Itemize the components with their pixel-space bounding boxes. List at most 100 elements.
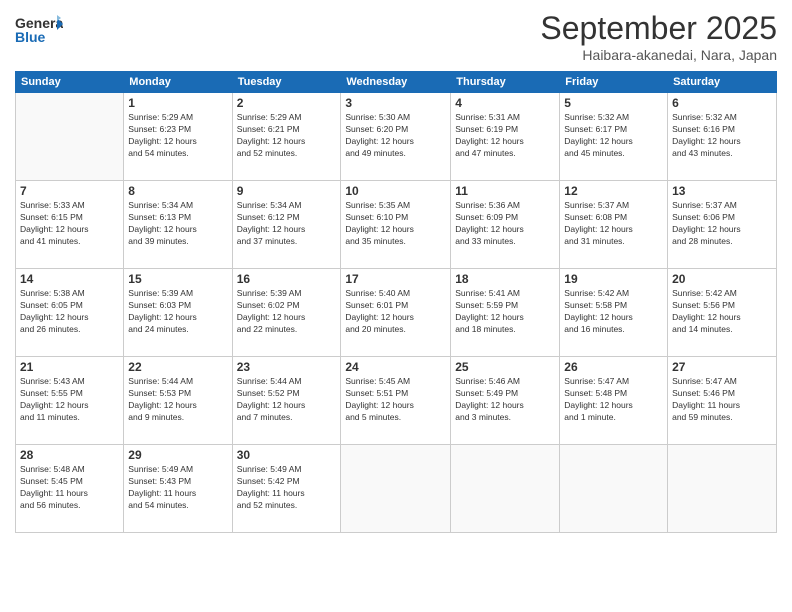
- day-number: 21: [20, 360, 119, 374]
- day-number: 12: [564, 184, 663, 198]
- monday-header: Monday: [124, 72, 232, 93]
- table-row: 1 Sunrise: 5:29 AM Sunset: 6:23 PM Daylig…: [124, 93, 232, 181]
- table-row: 26 Sunrise: 5:47 AM Sunset: 5:48 PM Dayli…: [560, 357, 668, 445]
- day-number: 3: [345, 96, 446, 110]
- day-info: Sunrise: 5:49 AM Sunset: 5:43 PM Dayligh…: [128, 464, 227, 512]
- table-row: 14 Sunrise: 5:38 AM Sunset: 6:05 PM Dayli…: [16, 269, 124, 357]
- day-number: 8: [128, 184, 227, 198]
- calendar-header: Sunday Monday Tuesday Wednesday Thursday…: [16, 72, 777, 93]
- wednesday-header: Wednesday: [341, 72, 451, 93]
- month-title: September 2025: [540, 10, 777, 47]
- day-number: 30: [237, 448, 337, 462]
- thursday-header: Thursday: [451, 72, 560, 93]
- table-row: 23 Sunrise: 5:44 AM Sunset: 5:52 PM Dayli…: [232, 357, 341, 445]
- day-number: 1: [128, 96, 227, 110]
- day-number: 10: [345, 184, 446, 198]
- day-number: 20: [672, 272, 772, 286]
- table-row: 17Sunrise: 5:40 AM Sunset: 6:01 PM Dayli…: [341, 269, 451, 357]
- table-row: [451, 445, 560, 533]
- day-number: 7: [20, 184, 119, 198]
- day-info: Sunrise: 5:37 AM Sunset: 6:06 PM Dayligh…: [672, 200, 772, 248]
- day-number: 27: [672, 360, 772, 374]
- table-row: 2Sunrise: 5:29 AM Sunset: 6:21 PM Daylig…: [232, 93, 341, 181]
- table-row: 22 Sunrise: 5:44 AM Sunset: 5:53 PM Dayli…: [124, 357, 232, 445]
- day-info: Sunrise: 5:37 AM Sunset: 6:08 PM Dayligh…: [564, 200, 663, 248]
- table-row: 20 Sunrise: 5:42 AM Sunset: 5:56 PM Dayli…: [668, 269, 777, 357]
- table-row: 6 Sunrise: 5:32 AM Sunset: 6:16 PM Daylig…: [668, 93, 777, 181]
- table-row: 28 Sunrise: 5:48 AM Sunset: 5:45 PM Dayli…: [16, 445, 124, 533]
- table-row: 7 Sunrise: 5:33 AM Sunset: 6:15 PM Daylig…: [16, 181, 124, 269]
- table-row: 25Sunrise: 5:46 AM Sunset: 5:49 PM Dayli…: [451, 357, 560, 445]
- day-info: Sunrise: 5:47 AM Sunset: 5:46 PM Dayligh…: [672, 376, 772, 424]
- table-row: 5Sunrise: 5:32 AM Sunset: 6:17 PM Daylig…: [560, 93, 668, 181]
- table-row: 13Sunrise: 5:37 AM Sunset: 6:06 PM Dayli…: [668, 181, 777, 269]
- table-row: 19 Sunrise: 5:42 AM Sunset: 5:58 PM Dayli…: [560, 269, 668, 357]
- day-number: 29: [128, 448, 227, 462]
- day-info: Sunrise: 5:34 AM Sunset: 6:13 PM Dayligh…: [128, 200, 227, 248]
- day-info: Sunrise: 5:38 AM Sunset: 6:05 PM Dayligh…: [20, 288, 119, 336]
- table-row: 11 Sunrise: 5:36 AM Sunset: 6:09 PM Dayli…: [451, 181, 560, 269]
- day-number: 23: [237, 360, 337, 374]
- day-info: Sunrise: 5:29 AM Sunset: 6:23 PM Dayligh…: [128, 112, 227, 160]
- table-row: 24 Sunrise: 5:45 AM Sunset: 5:51 PM Dayli…: [341, 357, 451, 445]
- table-row: [560, 445, 668, 533]
- day-number: 6: [672, 96, 772, 110]
- svg-text:Blue: Blue: [15, 29, 46, 45]
- day-info: Sunrise: 5:31 AM Sunset: 6:19 PM Dayligh…: [455, 112, 555, 160]
- day-info: Sunrise: 5:42 AM Sunset: 5:56 PM Dayligh…: [672, 288, 772, 336]
- day-number: 4: [455, 96, 555, 110]
- day-info: Sunrise: 5:49 AM Sunset: 5:42 PM Dayligh…: [237, 464, 337, 512]
- day-number: 5: [564, 96, 663, 110]
- table-row: 3Sunrise: 5:30 AM Sunset: 6:20 PM Daylig…: [341, 93, 451, 181]
- day-number: 17: [345, 272, 446, 286]
- calendar-table: Sunday Monday Tuesday Wednesday Thursday…: [15, 71, 777, 533]
- day-info: Sunrise: 5:34 AM Sunset: 6:12 PM Dayligh…: [237, 200, 337, 248]
- table-row: 16 Sunrise: 5:39 AM Sunset: 6:02 PM Dayli…: [232, 269, 341, 357]
- sunday-header: Sunday: [16, 72, 124, 93]
- day-number: 25: [455, 360, 555, 374]
- day-info: Sunrise: 5:36 AM Sunset: 6:09 PM Dayligh…: [455, 200, 555, 248]
- logo-icon: General Blue: [15, 10, 63, 50]
- day-info: Sunrise: 5:32 AM Sunset: 6:16 PM Dayligh…: [672, 112, 772, 160]
- tuesday-header: Tuesday: [232, 72, 341, 93]
- table-row: [341, 445, 451, 533]
- day-info: Sunrise: 5:35 AM Sunset: 6:10 PM Dayligh…: [345, 200, 446, 248]
- title-block: September 2025 Haibara-akanedai, Nara, J…: [540, 10, 777, 63]
- table-row: [668, 445, 777, 533]
- day-number: 11: [455, 184, 555, 198]
- table-row: 9Sunrise: 5:34 AM Sunset: 6:12 PM Daylig…: [232, 181, 341, 269]
- table-row: 10 Sunrise: 5:35 AM Sunset: 6:10 PM Dayli…: [341, 181, 451, 269]
- day-number: 28: [20, 448, 119, 462]
- day-info: Sunrise: 5:29 AM Sunset: 6:21 PM Dayligh…: [237, 112, 337, 160]
- table-row: 4 Sunrise: 5:31 AM Sunset: 6:19 PM Daylig…: [451, 93, 560, 181]
- calendar-body: 1 Sunrise: 5:29 AM Sunset: 6:23 PM Daylig…: [16, 93, 777, 533]
- table-row: 18Sunrise: 5:41 AM Sunset: 5:59 PM Dayli…: [451, 269, 560, 357]
- day-number: 14: [20, 272, 119, 286]
- days-row: Sunday Monday Tuesday Wednesday Thursday…: [16, 72, 777, 93]
- day-info: Sunrise: 5:44 AM Sunset: 5:52 PM Dayligh…: [237, 376, 337, 424]
- day-number: 22: [128, 360, 227, 374]
- day-number: 24: [345, 360, 446, 374]
- friday-header: Friday: [560, 72, 668, 93]
- table-row: 12 Sunrise: 5:37 AM Sunset: 6:08 PM Dayli…: [560, 181, 668, 269]
- header: General Blue September 2025 Haibara-akan…: [15, 10, 777, 63]
- day-number: 16: [237, 272, 337, 286]
- day-info: Sunrise: 5:43 AM Sunset: 5:55 PM Dayligh…: [20, 376, 119, 424]
- day-info: Sunrise: 5:39 AM Sunset: 6:03 PM Dayligh…: [128, 288, 227, 336]
- day-info: Sunrise: 5:42 AM Sunset: 5:58 PM Dayligh…: [564, 288, 663, 336]
- day-info: Sunrise: 5:45 AM Sunset: 5:51 PM Dayligh…: [345, 376, 446, 424]
- location: Haibara-akanedai, Nara, Japan: [540, 47, 777, 63]
- table-row: 27 Sunrise: 5:47 AM Sunset: 5:46 PM Dayli…: [668, 357, 777, 445]
- day-info: Sunrise: 5:47 AM Sunset: 5:48 PM Dayligh…: [564, 376, 663, 424]
- day-number: 18: [455, 272, 555, 286]
- saturday-header: Saturday: [668, 72, 777, 93]
- day-info: Sunrise: 5:48 AM Sunset: 5:45 PM Dayligh…: [20, 464, 119, 512]
- day-info: Sunrise: 5:39 AM Sunset: 6:02 PM Dayligh…: [237, 288, 337, 336]
- day-info: Sunrise: 5:33 AM Sunset: 6:15 PM Dayligh…: [20, 200, 119, 248]
- day-number: 26: [564, 360, 663, 374]
- table-row: 15Sunrise: 5:39 AM Sunset: 6:03 PM Dayli…: [124, 269, 232, 357]
- day-info: Sunrise: 5:44 AM Sunset: 5:53 PM Dayligh…: [128, 376, 227, 424]
- table-row: 30 Sunrise: 5:49 AM Sunset: 5:42 PM Dayli…: [232, 445, 341, 533]
- table-row: [16, 93, 124, 181]
- day-number: 19: [564, 272, 663, 286]
